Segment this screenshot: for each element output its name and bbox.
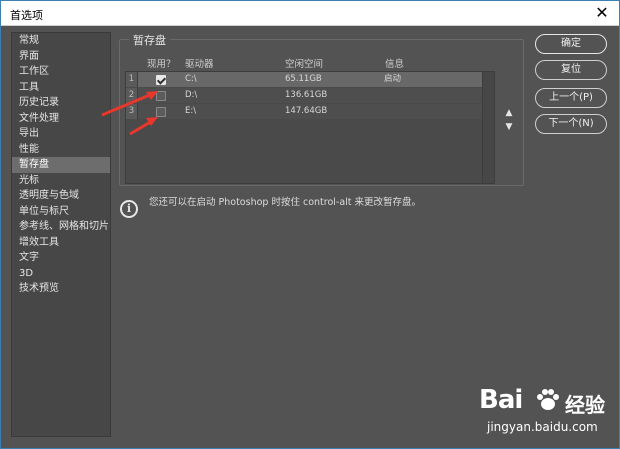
drive-label: D:\: [185, 90, 198, 100]
annotation-arrows: [101, 91, 158, 136]
drive-info: 启动: [384, 74, 402, 84]
move-up-icon[interactable]: ▲: [504, 108, 514, 118]
reset-button[interactable]: 复位: [535, 60, 607, 80]
header-free: 空闲空间: [285, 59, 324, 70]
header-info: 信息: [385, 59, 405, 70]
paw-icon: [537, 389, 559, 410]
table-row[interactable]: 1 C:\ 65.11GB 启动: [126, 72, 483, 87]
table-row[interactable]: 2 D:\ 136.61GB: [126, 88, 483, 103]
preferences-dialog: 首选项 ✕ 常规 界面 工作区 工具 历史记录 文件处理 导出 性能 暂存盘 光标 透明度与色域 单位…: [0, 0, 620, 449]
watermark-url: jingyan.baidu.com: [487, 420, 598, 434]
move-down-icon[interactable]: ▼: [504, 122, 514, 132]
free-space: 65.11GB: [285, 74, 322, 84]
ok-button[interactable]: 确定: [535, 34, 607, 54]
watermark-suffix: 经验: [565, 393, 605, 417]
scratch-hint-text: 您还可以在启动 Photoshop 时按住 control-alt 来更改暂存盘…: [149, 197, 422, 208]
sidebar-item[interactable]: 3D: [12, 266, 110, 282]
sidebar-item[interactable]: 常规: [12, 33, 110, 49]
table-scrollbar[interactable]: [482, 72, 494, 183]
prev-button[interactable]: 上一个(P): [535, 88, 607, 108]
info-icon: i: [120, 200, 138, 218]
sidebar-item[interactable]: 参考线、网格和切片: [12, 219, 110, 235]
free-space: 147.64GB: [285, 106, 328, 116]
sidebar-item[interactable]: 界面: [12, 49, 110, 65]
table-row[interactable]: 3 E:\ 147.64GB: [126, 104, 483, 119]
sidebar-item[interactable]: 技术预览: [12, 281, 110, 297]
drive-label: E:\: [185, 106, 197, 116]
sidebar-item[interactable]: 增效工具: [12, 235, 110, 251]
next-button[interactable]: 下一个(N): [535, 114, 607, 134]
drive-label: C:\: [185, 74, 197, 84]
scratch-disks-title: 暂存盘: [129, 32, 170, 48]
watermark-brand: Bai: [479, 385, 523, 415]
window-title: 首选项: [10, 9, 43, 22]
sidebar-item[interactable]: 性能: [12, 142, 110, 158]
free-space: 136.61GB: [285, 90, 328, 100]
scratch-table-header: 现用？ 驱动器 空闲空间 信息: [128, 56, 488, 70]
sidebar-item[interactable]: 工作区: [12, 64, 110, 80]
sidebar-item[interactable]: 单位与标尺: [12, 204, 110, 220]
title-bar: 首选项 ✕: [1, 1, 619, 26]
header-drive: 驱动器: [185, 59, 214, 70]
header-active: 现用？: [147, 59, 176, 70]
close-icon[interactable]: ✕: [593, 3, 611, 23]
scratch-disks-table: 1 C:\ 65.11GB 启动 2 D:\ 136.61GB 3 E:\ 14…: [125, 71, 495, 184]
sidebar-item[interactable]: 光标: [12, 173, 110, 189]
sidebar-item[interactable]: 暂存盘: [12, 157, 110, 173]
sidebar-item[interactable]: 透明度与色域: [12, 188, 110, 204]
sidebar-item[interactable]: 文字: [12, 250, 110, 266]
baidu-jingyan-watermark: Bai 经验 jingyan.baidu.com: [479, 385, 617, 445]
